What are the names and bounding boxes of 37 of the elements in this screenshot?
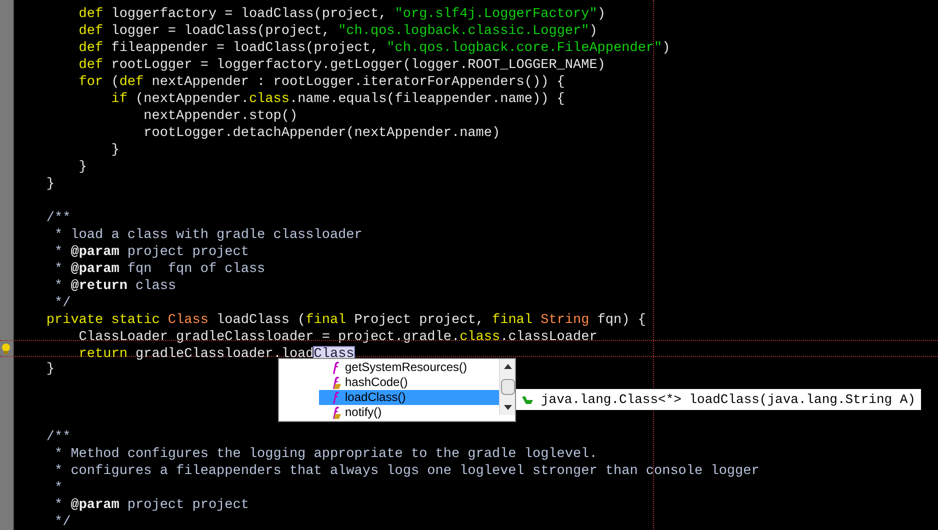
- arrow-icon: [522, 396, 533, 404]
- code-line: /**: [45, 429, 71, 446]
- code-line: nextAppender.stop(): [142, 108, 298, 125]
- code-line: }: [45, 176, 55, 193]
- code-line: }: [45, 361, 55, 378]
- code-line: *: [54, 480, 63, 497]
- code-line: * load a class with gradle classloader: [54, 227, 362, 244]
- code-line: * Method configures the logging appropriate to the gradle loglevel.: [54, 446, 598, 463]
- code-line: ClassLoader gradleClassloader = project.gradle.class.classLoader: [78, 329, 598, 346]
- scrollbar[interactable]: [499, 359, 515, 415]
- scroll-up-icon[interactable]: [504, 364, 512, 369]
- code-line: private static Class loadClass (final Project project, final String fqn) {: [45, 312, 646, 329]
- code-line: if (nextAppender.class.name.equals(fileappender.name)) {: [110, 91, 565, 108]
- code-line: def loggerfactory = loadClass(project, "org.slf4j.LoggerFactory"): [78, 6, 606, 23]
- scroll-down-icon[interactable]: [504, 405, 512, 410]
- completion-item[interactable]: loadClass(): [319, 390, 499, 405]
- method-signature: java.lang.Class<*> loadClass(java.lang.String A): [541, 390, 916, 409]
- scrollbar-thumb[interactable]: [500, 379, 514, 395]
- code-line: def fileappender = loadClass(project, "ch.qos.logback.core.FileAppender"): [78, 40, 670, 57]
- completion-item[interactable]: getSystemResources(): [319, 360, 499, 375]
- code-line: }: [78, 159, 87, 176]
- code-line: * configures a fileappenders that always logs one loglevel stronger than console logger: [54, 463, 760, 480]
- lightbulb-icon[interactable]: [1, 343, 11, 355]
- code-line: * @param project project: [54, 497, 249, 514]
- code-line: * @param fqn fqn of class: [54, 261, 266, 278]
- code-line: * @param project project: [54, 244, 249, 261]
- code-line: */: [54, 295, 71, 312]
- code-line: def rootLogger = loggerfactory.getLogger(logger.ROOT_LOGGER_NAME): [78, 57, 606, 74]
- completion-item[interactable]: hashCode(): [319, 375, 499, 390]
- code-line: */: [54, 514, 71, 530]
- code-line: /**: [45, 210, 71, 227]
- code-line: * @return class: [54, 278, 176, 295]
- completion-item[interactable]: notify(): [319, 405, 499, 420]
- code-line: for (def nextAppender : rootLogger.iteratorForAppenders()) {: [78, 74, 565, 91]
- code-line: def logger = loadClass(project, "ch.qos.logback.classic.Logger"): [78, 23, 598, 40]
- code-line: rootLogger.detachAppender(nextAppender.name): [142, 125, 500, 142]
- code-line: }: [110, 142, 120, 159]
